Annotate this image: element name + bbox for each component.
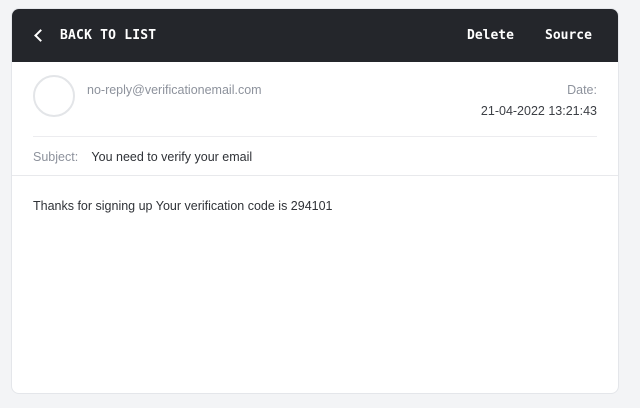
subject-row: Subject: You need to verify your email — [33, 150, 252, 164]
subject-value: You need to verify your email — [91, 150, 253, 164]
delete-button[interactable]: Delete — [467, 9, 514, 62]
date-value: 21-04-2022 13:21:43 — [480, 104, 597, 118]
email-viewer-card: BACK TO LIST Delete Source no-reply@veri… — [11, 8, 619, 394]
back-to-list-button[interactable]: BACK TO LIST — [33, 9, 156, 62]
subject-label: Subject: — [33, 150, 79, 164]
source-button[interactable]: Source — [545, 9, 592, 62]
header-divider — [33, 136, 597, 137]
sender-address: no-reply@verificationemail.com — [87, 83, 262, 97]
email-header: no-reply@verificationemail.com Date: 21-… — [12, 62, 618, 176]
sender-avatar — [33, 75, 75, 117]
chevron-left-icon — [34, 29, 47, 42]
date-label: Date: — [567, 83, 597, 97]
back-to-list-label: BACK TO LIST — [60, 28, 157, 43]
email-toolbar: BACK TO LIST Delete Source — [12, 9, 618, 62]
email-body: Thanks for signing up Your verification … — [33, 199, 333, 213]
